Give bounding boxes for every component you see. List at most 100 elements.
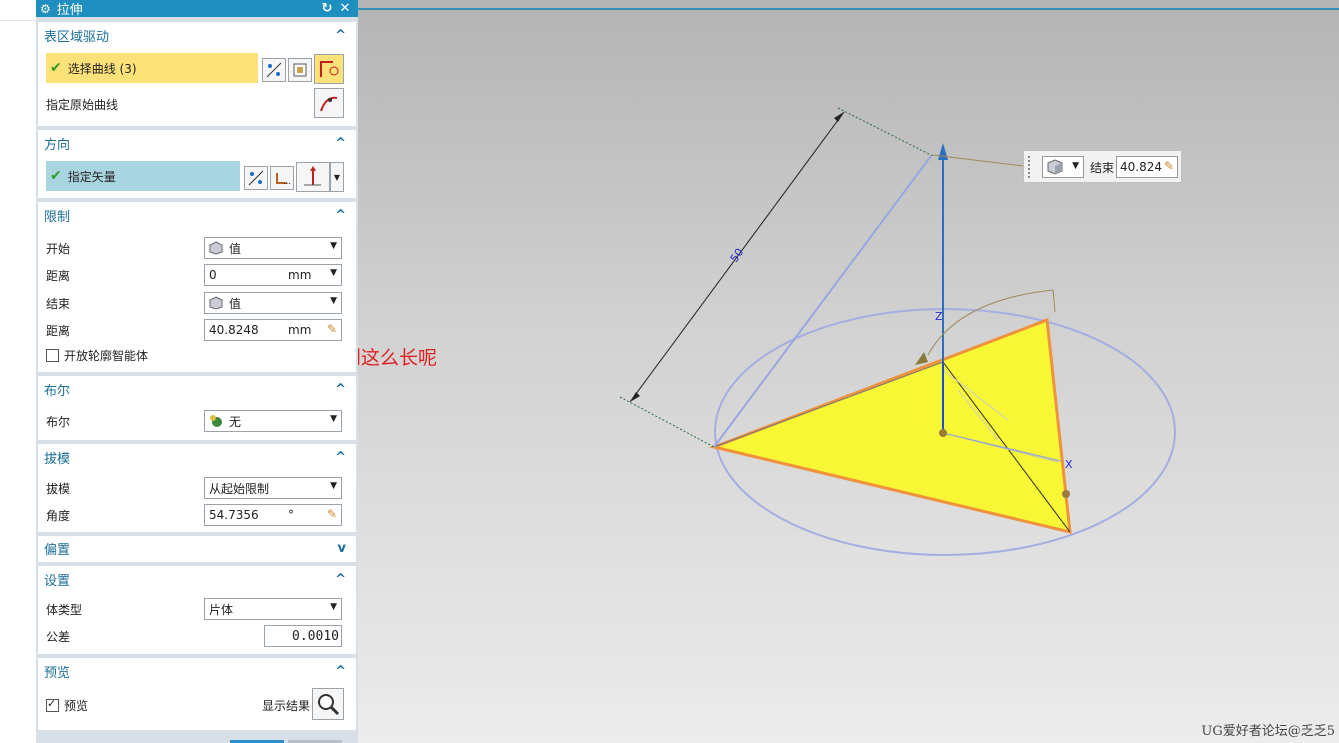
boolean-label: 布尔 (46, 414, 71, 429)
chevron-up-icon: ^ (335, 135, 346, 151)
chevron-up-icon: ^ (335, 449, 346, 465)
end-distance-input[interactable]: 40.8248 mm ✎ (204, 319, 342, 341)
section-header-direction[interactable]: 方向 ^ (38, 130, 356, 156)
chevron-down-icon: ▼ (333, 172, 341, 182)
specify-vector-row[interactable]: ✔ 指定矢量 (46, 161, 240, 191)
reverse-icon (248, 170, 264, 186)
tolerance-input[interactable]: 0.0010 (264, 625, 342, 647)
close-icon[interactable]: ✕ (336, 1, 354, 16)
chevron-down-icon: ▼ (330, 296, 337, 306)
boolean-none-icon (209, 414, 223, 428)
watermark: UG爱好者论坛@乏乏5 (1201, 724, 1335, 739)
sketch-button[interactable] (288, 58, 312, 82)
chevron-up-icon: ^ (335, 571, 346, 587)
vector-dialog-button[interactable]: … (270, 166, 294, 190)
ruler-icon: ✎ (1163, 159, 1174, 173)
curve-rule-button[interactable] (262, 58, 286, 82)
extrude-dialog: ⚙ 拉伸 ↻ ✕ 表区域驱动^ ✔选择曲线 (3) 指定原始曲线 方向^ (36, 0, 358, 743)
section-surface: 表区域驱动 ^ ✔ 选择曲线 (3) 指定原始曲线 (38, 22, 356, 126)
inferred-vector-button[interactable] (296, 162, 330, 192)
cube-icon (1047, 159, 1063, 175)
section-header-draft[interactable]: 拔模 ^ (38, 444, 356, 470)
chevron-down-icon: v (337, 540, 346, 556)
ruler-icon: ✎ (326, 507, 337, 521)
triangle-face (708, 317, 1072, 534)
section-limits: 限制 ^ 开始 值 ▼ 距离 0 mm ▼ 结束 值 ▼ 距离 40.8248 … (38, 202, 356, 372)
svg-text:…: … (283, 177, 291, 186)
end-type-dropdown[interactable]: ▼ (1042, 156, 1084, 178)
section-header-boolean[interactable]: 布尔 ^ (38, 376, 356, 402)
cube-icon (209, 296, 223, 310)
chevron-up-icon: ^ (335, 207, 346, 223)
vector-arrowhead (938, 143, 948, 160)
section-draft: 拔模 ^ 拔模 从起始限制 ▼ 角度 54.7356 ° ✎ (38, 444, 356, 532)
start-distance-input[interactable]: 0 mm ▼ (204, 264, 342, 286)
chevron-down-icon: ▼ (330, 481, 337, 491)
end-type-select[interactable]: 值 ▼ (204, 292, 342, 314)
origin-point (939, 429, 947, 437)
select-curve-row[interactable]: ✔ 选择曲线 (3) (46, 53, 258, 83)
chevron-down-icon: ▼ (330, 268, 337, 278)
start-type-select[interactable]: 值 ▼ (204, 237, 342, 259)
model-view[interactable]: Z X 50 (358, 0, 1339, 743)
end-label: 结束 (46, 296, 71, 311)
preview-checkbox[interactable]: 预览 (46, 697, 88, 714)
sketch-icon (293, 63, 307, 77)
draft-select[interactable]: 从起始限制 ▼ (204, 477, 342, 499)
section-header-offset[interactable]: 偏置 v (38, 536, 356, 560)
body-type-label: 体类型 (46, 602, 83, 617)
show-result-label: 显示结果 (262, 698, 311, 713)
body-type-select[interactable]: 片体 ▼ (204, 598, 342, 620)
cube-icon (209, 241, 223, 255)
origin-curve-label: 指定原始曲线 (46, 98, 119, 112)
drag-grip-icon[interactable] (1028, 156, 1034, 178)
origin-curve-button[interactable] (314, 88, 344, 118)
section-header-limits[interactable]: 限制 ^ (38, 202, 356, 228)
ruler-icon: ✎ (326, 322, 337, 336)
section-direction: 方向 ^ ✔ 指定矢量 … ▼ (38, 130, 356, 198)
graphics-viewport[interactable]: Z X 50 (358, 0, 1339, 743)
angle-input[interactable]: 54.7356 ° ✎ (204, 504, 342, 526)
dialog-titlebar[interactable]: ⚙ 拉伸 ↻ ✕ (36, 0, 358, 18)
chevron-down-icon: ▼ (330, 414, 337, 424)
curve-rule-icon (266, 62, 282, 78)
reverse-direction-button[interactable] (244, 166, 268, 190)
section-preview: 预览^ 预览 显示结果 (38, 658, 356, 730)
draft-label: 拔模 (46, 481, 71, 496)
gear-icon: ⚙ (40, 1, 51, 16)
axis-vector-icon (304, 166, 321, 186)
end-box-label: 结束 (1090, 161, 1115, 175)
section-header-surface[interactable]: 表区域驱动 ^ (38, 22, 356, 48)
curve-select-button[interactable] (314, 54, 344, 84)
section-offset: 偏置 v (38, 536, 356, 562)
section-curve-icon (320, 61, 339, 77)
section-settings: 设置 ^ 体类型 片体 ▼ 公差 0.0010 (38, 566, 356, 654)
section-header-settings[interactable]: 设置 ^ (38, 566, 356, 592)
magnifier-icon (318, 694, 340, 716)
chevron-down-icon: ▼ (330, 602, 337, 612)
start-label: 开始 (46, 241, 71, 256)
angle-label: 角度 (46, 508, 71, 523)
chevron-up-icon: ^ (335, 381, 346, 397)
reset-icon[interactable]: ↻ (318, 1, 336, 16)
boolean-select[interactable]: 无 ▼ (204, 410, 342, 432)
open-profile-checkbox[interactable]: 开放轮廓智能体 (46, 347, 148, 364)
chevron-up-icon: ^ (335, 27, 346, 43)
tolerance-label: 公差 (46, 629, 71, 644)
show-result-button[interactable] (312, 688, 344, 720)
axis-x-label: X (1065, 458, 1073, 471)
part-navigator-strip (0, 0, 318, 743)
end-box-value[interactable]: 40.824 ✎ (1116, 156, 1178, 178)
check-icon: ✔ (50, 168, 62, 184)
vector-dropdown[interactable]: ▼ (330, 162, 344, 192)
section-header-preview[interactable]: 预览 ^ (38, 658, 356, 684)
end-limit-onscreen-input[interactable]: ▼ 结束 40.824 ✎ (1023, 150, 1182, 183)
check-icon: ✔ (50, 60, 62, 76)
start-distance-label: 距离 (46, 268, 71, 283)
chevron-down-icon: ▼ (1072, 161, 1079, 171)
axis-z-label: Z (935, 310, 943, 323)
dialog-title: 拉伸 (56, 3, 83, 18)
vector-icon: … (276, 173, 291, 186)
chevron-down-icon: ▼ (330, 241, 337, 251)
curve-icon (320, 96, 338, 112)
